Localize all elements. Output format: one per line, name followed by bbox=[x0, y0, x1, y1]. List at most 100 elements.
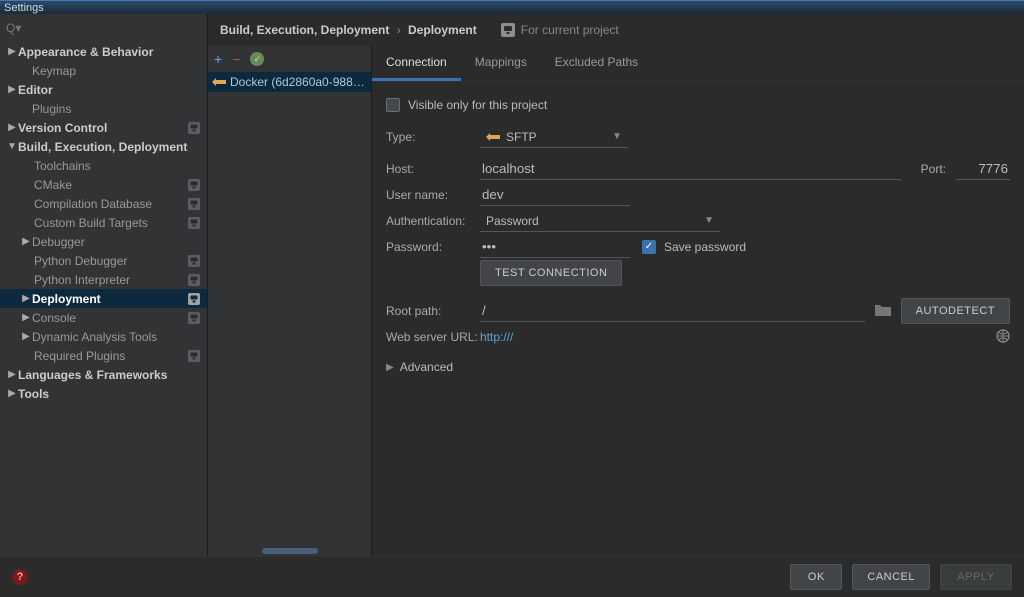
tree-plugins[interactable]: Plugins bbox=[0, 99, 207, 118]
server-type-icon bbox=[212, 77, 226, 87]
tree-cmake[interactable]: CMake bbox=[0, 175, 207, 194]
type-select[interactable]: SFTP ▼ bbox=[480, 126, 628, 148]
set-default-server-button[interactable]: ✓ bbox=[250, 52, 264, 66]
per-project-icon bbox=[187, 121, 201, 135]
for-project-label: For current project bbox=[521, 23, 619, 37]
visible-only-row: Visible only for this project bbox=[386, 92, 1010, 118]
port-input[interactable] bbox=[956, 158, 1010, 180]
open-browser-icon[interactable] bbox=[996, 329, 1010, 346]
per-project-icon bbox=[501, 23, 515, 37]
per-project-icon bbox=[187, 349, 201, 363]
advanced-section-toggle[interactable]: ▶ Advanced bbox=[386, 360, 1010, 374]
username-label: User name: bbox=[386, 188, 480, 202]
search-icon-label: Q▾ bbox=[6, 21, 21, 35]
host-label: Host: bbox=[386, 162, 480, 176]
type-label: Type: bbox=[386, 130, 480, 144]
test-connection-button[interactable]: TEST CONNECTION bbox=[480, 260, 622, 286]
chevron-down-icon: ▼ bbox=[612, 131, 622, 142]
auth-value: Password bbox=[486, 214, 539, 228]
tree-appearance[interactable]: ▶Appearance & Behavior bbox=[0, 42, 207, 61]
chevron-right-icon: ▶ bbox=[6, 369, 18, 380]
titlebar: Settings bbox=[0, 0, 1024, 14]
deployment-tabs: Connection Mappings Excluded Paths bbox=[372, 46, 1024, 82]
web-url-label: Web server URL: bbox=[386, 330, 480, 344]
visible-only-label: Visible only for this project bbox=[408, 98, 547, 112]
help-button[interactable]: ? bbox=[12, 569, 28, 585]
chevron-right-icon: ▶ bbox=[20, 293, 32, 304]
tree-langfw[interactable]: ▶Languages & Frameworks bbox=[0, 365, 207, 384]
breadcrumb-a: Build, Execution, Deployment bbox=[220, 23, 389, 37]
password-input[interactable] bbox=[480, 236, 630, 258]
tree-reqplg[interactable]: Required Plugins bbox=[0, 346, 207, 365]
main-panel: Build, Execution, Deployment › Deploymen… bbox=[208, 14, 1024, 556]
server-type-small-icon bbox=[486, 132, 500, 142]
for-current-project: For current project bbox=[501, 23, 619, 37]
breadcrumb: Build, Execution, Deployment › Deploymen… bbox=[220, 23, 477, 37]
tree-tools[interactable]: ▶Tools bbox=[0, 384, 207, 403]
tree-toolchains[interactable]: Toolchains bbox=[0, 156, 207, 175]
settings-sidebar: Q▾ ▶Appearance & Behavior Keymap ▶Editor… bbox=[0, 14, 208, 556]
advanced-label: Advanced bbox=[400, 360, 453, 374]
per-project-icon bbox=[187, 311, 201, 325]
server-list-panel: + − ✓ Docker (6d2860a0-9880-403... bbox=[208, 46, 372, 556]
per-project-icon bbox=[187, 254, 201, 268]
chevron-right-icon: ▶ bbox=[6, 388, 18, 399]
server-list-item[interactable]: Docker (6d2860a0-9880-403... bbox=[208, 72, 371, 92]
chevron-right-icon: ▶ bbox=[20, 236, 32, 247]
browse-folder-icon[interactable] bbox=[875, 303, 891, 320]
per-project-icon bbox=[187, 197, 201, 211]
breadcrumb-sep: › bbox=[397, 23, 401, 37]
chevron-down-icon: ▼ bbox=[704, 215, 714, 226]
tree-editor[interactable]: ▶Editor bbox=[0, 80, 207, 99]
apply-button[interactable]: APPLY bbox=[940, 564, 1012, 590]
tree-keymap[interactable]: Keymap bbox=[0, 61, 207, 80]
chevron-right-icon: ▶ bbox=[20, 331, 32, 342]
root-path-input[interactable] bbox=[480, 300, 865, 322]
add-server-button[interactable]: + bbox=[214, 51, 222, 67]
auth-select[interactable]: Password ▼ bbox=[480, 210, 720, 232]
per-project-icon bbox=[187, 273, 201, 287]
username-input[interactable] bbox=[480, 184, 630, 206]
tree-dat[interactable]: ▶Dynamic Analysis Tools bbox=[0, 327, 207, 346]
tree-cbt[interactable]: Custom Build Targets bbox=[0, 213, 207, 232]
root-path-label: Root path: bbox=[386, 304, 480, 318]
sidebar-search[interactable]: Q▾ bbox=[0, 14, 207, 42]
chevron-right-icon: ▶ bbox=[386, 362, 394, 373]
autodetect-button[interactable]: AUTODETECT bbox=[901, 298, 1010, 324]
ok-button[interactable]: OK bbox=[790, 564, 842, 590]
per-project-icon bbox=[187, 178, 201, 192]
chevron-right-icon: ▶ bbox=[6, 46, 18, 57]
per-project-icon bbox=[187, 292, 201, 306]
server-list-item-label: Docker (6d2860a0-9880-403... bbox=[230, 75, 367, 89]
tree-console[interactable]: ▶Console bbox=[0, 308, 207, 327]
tab-excluded-paths[interactable]: Excluded Paths bbox=[541, 46, 652, 81]
deployment-form-panel: Connection Mappings Excluded Paths Visib… bbox=[372, 46, 1024, 556]
per-project-icon bbox=[187, 216, 201, 230]
tab-connection[interactable]: Connection bbox=[372, 46, 461, 81]
port-label: Port: bbox=[921, 162, 946, 176]
web-url-link[interactable]: http:/// bbox=[480, 330, 996, 344]
dialog-footer: ? OK CANCEL APPLY bbox=[0, 556, 1024, 597]
save-password-label: Save password bbox=[664, 240, 746, 254]
auth-label: Authentication: bbox=[386, 214, 480, 228]
chevron-down-icon: ▼ bbox=[6, 141, 18, 152]
cancel-button[interactable]: CANCEL bbox=[852, 564, 930, 590]
tree-bed[interactable]: ▼Build, Execution, Deployment bbox=[0, 137, 207, 156]
tree-vcs[interactable]: ▶Version Control bbox=[0, 118, 207, 137]
chevron-right-icon: ▶ bbox=[6, 84, 18, 95]
host-input[interactable] bbox=[480, 158, 901, 180]
breadcrumb-b: Deployment bbox=[408, 23, 477, 37]
visible-only-checkbox[interactable] bbox=[386, 98, 400, 112]
tab-mappings[interactable]: Mappings bbox=[461, 46, 541, 81]
horizontal-scrollbar[interactable] bbox=[208, 548, 371, 554]
remove-server-button[interactable]: − bbox=[232, 51, 240, 67]
tree-pydbg[interactable]: Python Debugger bbox=[0, 251, 207, 270]
tree-compdb[interactable]: Compilation Database bbox=[0, 194, 207, 213]
settings-tree: ▶Appearance & Behavior Keymap ▶Editor Pl… bbox=[0, 42, 207, 556]
tree-debugger[interactable]: ▶Debugger bbox=[0, 232, 207, 251]
password-label: Password: bbox=[386, 240, 480, 254]
chevron-right-icon: ▶ bbox=[6, 122, 18, 133]
tree-deployment[interactable]: ▶Deployment bbox=[0, 289, 207, 308]
tree-pyintp[interactable]: Python Interpreter bbox=[0, 270, 207, 289]
save-password-checkbox[interactable] bbox=[642, 240, 656, 254]
